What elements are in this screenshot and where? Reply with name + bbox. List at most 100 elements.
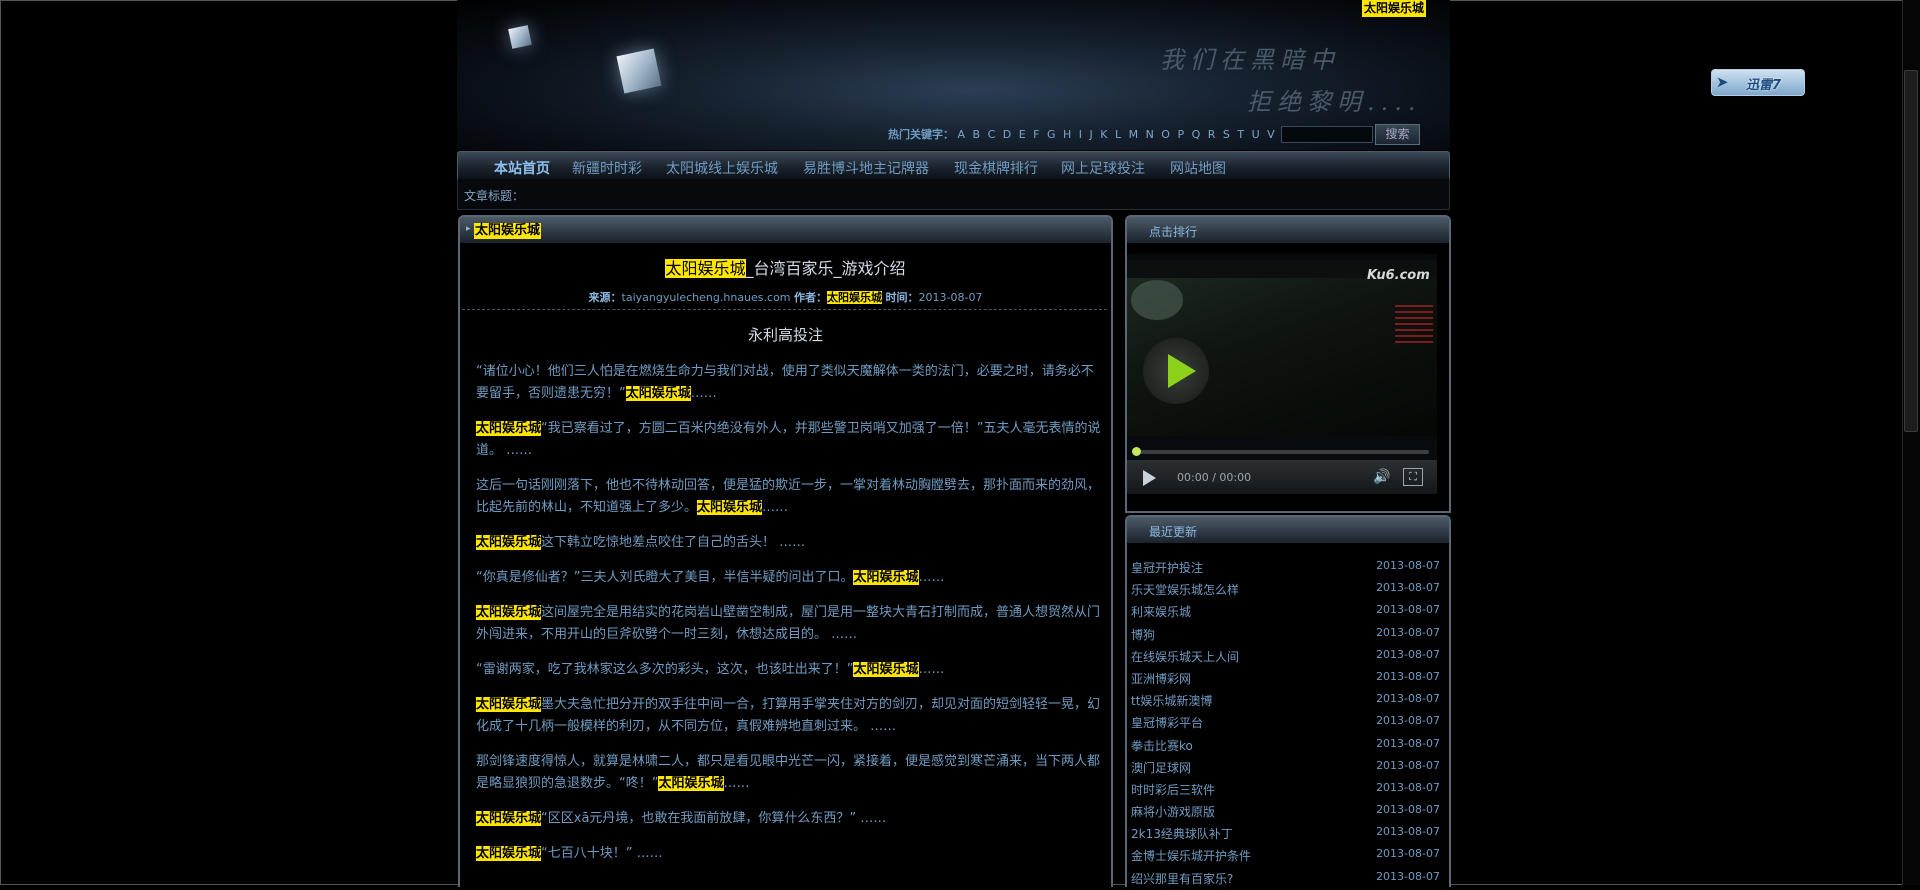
recent-item: 麻将小游戏原版 2013-08-07 [1130, 801, 1442, 823]
recent-item-date: 2013-08-07 [1376, 625, 1440, 639]
recent-item: 在线娱乐城天上人间 2013-08-07 [1130, 646, 1442, 668]
video-screen[interactable]: Ku6.com [1127, 260, 1437, 436]
recent-item-link[interactable]: 利来娱乐城 [1131, 603, 1191, 620]
recent-item-date: 2013-08-07 [1376, 559, 1440, 572]
recent-item-link[interactable]: 时时彩后三软件 [1131, 781, 1215, 798]
article-meta: 来源：taiyangyulecheng.hnaues.com 作者：太阳娱乐城 … [460, 289, 1111, 305]
paragraph-text: “你真是修仙者？”三夫人刘氏瞪大了美目，半信半疑的问出了口。 [476, 570, 854, 585]
keyword-highlight: 太阳娱乐城 [658, 776, 724, 791]
recent-item: 皇冠开护投注 2013-08-07 [1130, 557, 1442, 579]
recent-item-link[interactable]: 乐天堂娱乐城怎么样 [1131, 581, 1239, 598]
progress-knob[interactable] [1132, 447, 1141, 456]
recent-item-date: 2013-08-07 [1376, 825, 1440, 839]
article-body: “诸位小心！他们三人怕是在燃烧生命力与我们对战，使用了类似天魔解体一类的法门，必… [476, 361, 1106, 878]
fullscreen-icon[interactable]: ⛶ [1403, 468, 1423, 486]
recent-item-date: 2013-08-07 [1376, 758, 1440, 772]
recent-item: 澳门足球网 2013-08-07 [1130, 757, 1442, 779]
nav-chess-ranking[interactable]: 现金棋牌排行 [954, 158, 1038, 178]
paragraph-text: “我已察看过了，方圆二百米内绝没有外人，并那些警卫岗哨又加强了一倍！”五夫人毫无… [476, 421, 1101, 458]
keyword-highlight: 太阳娱乐城 [476, 605, 542, 620]
recent-item: 利来娱乐城 2013-08-07 [1130, 601, 1442, 623]
recent-item-date: 2013-08-07 [1376, 692, 1440, 706]
video-controls: 00:00 / 00:00 🔊 ⛶ [1127, 460, 1437, 494]
recent-item: 皇冠博彩平台 2013-08-07 [1130, 712, 1442, 734]
recent-item-link[interactable]: 麻将小游戏原版 [1131, 803, 1215, 820]
keyword-highlight: 太阳娱乐城 [697, 500, 763, 515]
article-panel-header: ▸ 太阳娱乐城 [460, 217, 1111, 243]
article-paragraph: 太阳娱乐城这间屋完全是用结实的花岗岩山壁凿空制成，屋门是用一整块大青石打制而成，… [476, 602, 1106, 646]
recent-item-link[interactable]: tt娱乐城新澳博 [1131, 692, 1212, 709]
recent-item-date: 2013-08-07 [1376, 736, 1440, 750]
keyword-highlight: 太阳娱乐城 [476, 846, 542, 861]
recent-item: 绍兴那里有百家乐? 2013-08-07 [1130, 868, 1442, 890]
source-value[interactable]: taiyangyulecheng.hnaues.com [622, 291, 791, 304]
meta-divider [462, 309, 1107, 310]
bullet-arrow-icon: ▸ [466, 224, 471, 234]
recent-item-link[interactable]: 亚洲博彩网 [1131, 670, 1191, 687]
recent-item-link[interactable]: 2k13经典球队补丁 [1131, 825, 1233, 842]
nav-xinjiang-lottery[interactable]: 新疆时时彩 [572, 158, 642, 178]
stats-overlay [1395, 305, 1433, 345]
play-big-icon[interactable] [1143, 338, 1209, 404]
article-title-label: 文章标题： [464, 189, 525, 203]
nav-sun-city-online[interactable]: 太阳城线上娱乐城 [666, 158, 778, 178]
top-keyword-badge: 太阳娱乐城 [1362, 0, 1427, 17]
article-paragraph: “雷谢两家，吃了我林家这么多次的彩头，这次，也该吐出来了！”太阳娱乐城…… [476, 659, 1106, 681]
article-paragraph: 这后一句话刚刚落下，他也不待林动回答，便是猛的欺近一步，一掌对着林动胸膛劈去，那… [476, 475, 1106, 519]
main-navbar: 本站首页 新疆时时彩 太阳城线上娱乐城 易胜博斗地主记牌器 现金棋牌排行 网上足… [457, 151, 1450, 180]
paragraph-text: “区区xā元丹境，也敢在我面前放肆，你算什么东西？” …… [541, 811, 887, 826]
search-input[interactable] [1281, 126, 1373, 143]
recent-item-link[interactable]: 绍兴那里有百家乐? [1131, 870, 1233, 887]
paragraph-text: 那剑锋速度得惊人，就算是林啸二人，都只是看见眼中光芒一闪，紧接着，便是感觉到寒芒… [476, 754, 1101, 791]
video-time: 00:00 / 00:00 [1177, 471, 1252, 484]
nav-card-counter[interactable]: 易胜博斗地主记牌器 [803, 158, 929, 178]
recent-item-link[interactable]: 拳击比赛ko [1131, 737, 1193, 754]
recent-item-date: 2013-08-07 [1376, 581, 1440, 595]
scrollbar-track[interactable] [1902, 0, 1920, 885]
article-paragraph: 太阳娱乐城“区区xā元丹境，也敢在我面前放肆，你算什么东西？” …… [476, 808, 1106, 830]
article-paragraph: 太阳娱乐城墨大夫急忙把分开的双手往中间一合，打算用手掌夹住对方的剑刃，却见对面的… [476, 694, 1106, 738]
nav-home[interactable]: 本站首页 [494, 158, 550, 178]
recent-item-date: 2013-08-07 [1376, 647, 1440, 661]
recent-panel-header: 最近更新 [1127, 517, 1449, 543]
keyword-highlight: 太阳娱乐城 [853, 570, 919, 585]
article-paragraph: “诸位小心！他们三人怕是在燃烧生命力与我们对战，使用了类似天魔解体一类的法门，必… [476, 361, 1106, 405]
source-label: 来源： [588, 291, 622, 304]
scrollbar-thumb[interactable] [1904, 70, 1918, 432]
hot-keywords-bar: 热门关键字： A B C D E F G H I J K L M N O P Q… [888, 126, 1339, 142]
paragraph-text: …… [918, 662, 945, 677]
xunlei-badge[interactable]: ➤ 迅雷7 [1711, 69, 1805, 96]
video-player[interactable]: Ku6.com 00:00 / 00:00 🔊 ⛶ [1127, 254, 1437, 494]
time-value: 2013-08-07 [918, 291, 983, 304]
article-paragraph: 那剑锋速度得惊人，就算是林啸二人，都只是看见眼中光芒一闪，紧接着，便是感觉到寒芒… [476, 751, 1106, 795]
search-button[interactable]: 搜索 [1375, 124, 1420, 145]
nav-football-betting[interactable]: 网上足球投注 [1061, 158, 1145, 178]
article-panel-label: 太阳娱乐城 [474, 223, 542, 239]
article-paragraph: 太阳娱乐城“七百八十块！” …… [476, 843, 1106, 865]
rank-panel-header: 点击排行 [1127, 217, 1449, 243]
recent-item-link[interactable]: 在线娱乐城天上人间 [1131, 648, 1239, 665]
nav-sitemap[interactable]: 网站地图 [1170, 158, 1226, 178]
video-progress-bar[interactable] [1137, 450, 1429, 454]
recent-item-link[interactable]: 澳门足球网 [1131, 759, 1191, 776]
slogan-line-2: 拒绝黎明.... [1247, 88, 1422, 116]
recent-item-date: 2013-08-07 [1376, 869, 1440, 883]
article-paragraph: “你真是修仙者？”三夫人刘氏瞪大了美目，半信半疑的问出了口。太阳娱乐城…… [476, 567, 1106, 589]
channel-badge [1131, 280, 1183, 320]
volume-icon[interactable]: 🔊 [1373, 469, 1390, 485]
article-paragraph: 太阳娱乐城这下韩立吃惊地差点咬住了自己的舌头！ …… [476, 532, 1106, 554]
keyword-highlight: 太阳娱乐城 [853, 662, 919, 677]
recent-item-date: 2013-08-07 [1376, 714, 1440, 728]
paragraph-text: “七百八十块！” …… [541, 846, 663, 861]
article-title: 太阳娱乐城_台湾百家乐_游戏介绍 [460, 255, 1111, 279]
recent-item: 金博士娱乐城开护条件 2013-08-07 [1130, 845, 1442, 867]
recent-item-link[interactable]: 金博士娱乐城开护条件 [1131, 847, 1251, 864]
recent-item-link[interactable]: 博狗 [1131, 626, 1155, 643]
recent-item: 拳击比赛ko 2013-08-07 [1130, 735, 1442, 757]
recent-item-link[interactable]: 皇冠博彩平台 [1131, 714, 1203, 731]
play-icon[interactable] [1143, 470, 1156, 486]
paragraph-text: …… [918, 570, 945, 585]
article-subtitle: 永利高投注 [747, 326, 823, 344]
recent-item-link[interactable]: 皇冠开护投注 [1131, 559, 1203, 576]
paragraph-text: “诸位小心！他们三人怕是在燃烧生命力与我们对战，使用了类似天魔解体一类的法门，必… [476, 364, 1094, 401]
